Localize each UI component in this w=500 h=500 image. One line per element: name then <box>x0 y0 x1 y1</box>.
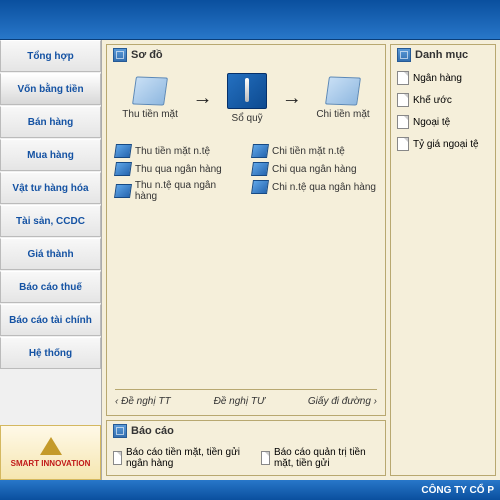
flow-so-quy[interactable]: Sổ quỹ <box>227 73 267 124</box>
folder-icon <box>114 184 132 198</box>
report-item-quan-tri[interactable]: Báo cáo quản trị tiền mặt, tiền gửi <box>261 447 379 469</box>
nav-he-thong[interactable]: Hệ thống <box>0 337 101 369</box>
nav-bao-cao-tai-chinh[interactable]: Báo cáo tài chính <box>0 304 101 336</box>
schema-panel: Sơ đồ Thu tiền mặt → Sổ quỹ → <box>106 44 386 416</box>
sidebar: Tổng hợp Vốn bằng tiền Bán hàng Mua hàng… <box>0 40 102 480</box>
folder-icon <box>114 162 132 176</box>
document-icon <box>397 115 409 129</box>
catalog-title: Danh mục <box>415 49 468 61</box>
catalog-ty-gia[interactable]: Tỷ giá ngoại tệ <box>397 137 489 151</box>
report-header: Báo cáo <box>107 421 385 441</box>
nav-vat-tu[interactable]: Vật tư hàng hóa <box>0 172 101 204</box>
catalog-icon <box>397 48 411 62</box>
schema-icon <box>113 48 127 62</box>
report-title: Báo cáo <box>131 425 174 437</box>
brand-logo: SMART INNOVATION <box>0 425 101 480</box>
report-item-tien-mat[interactable]: Báo cáo tiền mặt, tiền gửi ngân hàng <box>113 447 241 469</box>
catalog-panel: Danh mục Ngân hàng Khế ước Ngoại tệ Tỷ g… <box>390 44 496 476</box>
catalog-ngan-hang[interactable]: Ngân hàng <box>397 71 489 85</box>
title-bar <box>0 0 500 40</box>
nav-ban-hang[interactable]: Bán hàng <box>0 106 101 138</box>
folder-icon <box>114 144 132 158</box>
binder-icon <box>227 73 267 109</box>
document-icon <box>113 451 122 465</box>
nav-tong-hop[interactable]: Tổng hợp <box>0 40 101 72</box>
folder-icon <box>327 77 359 105</box>
link-giay-di-duong[interactable]: Giấy đi đường › <box>308 396 377 407</box>
action-thu-ngan-hang[interactable]: Thu qua ngân hàng <box>115 162 240 176</box>
arrow-right-icon: → <box>193 87 213 110</box>
company-name: CÔNG TY CỔ P <box>421 485 494 496</box>
nav-bao-cao-thue[interactable]: Báo cáo thuế <box>0 271 101 303</box>
status-bar: CÔNG TY CỔ P <box>0 480 500 500</box>
link-de-nghi-tt[interactable]: ‹ Đề nghị TT <box>115 396 171 407</box>
folder-icon <box>134 77 166 105</box>
brand-text: SMART INNOVATION <box>11 459 91 468</box>
action-thu-nte[interactable]: Thu tiền mặt n.tệ <box>115 144 240 158</box>
catalog-ngoai-te[interactable]: Ngoại tệ <box>397 115 489 129</box>
brand-triangle-icon <box>38 437 64 457</box>
link-de-nghi-tu[interactable]: Đề nghị TƯ <box>214 396 265 407</box>
action-chi-nte-ngan-hang[interactable]: Chi n.tệ qua ngân hàng <box>252 180 377 194</box>
arrow-right-icon: → <box>282 87 302 110</box>
schema-title: Sơ đồ <box>131 49 163 61</box>
catalog-khe-uoc[interactable]: Khế ước <box>397 93 489 107</box>
nav-mua-hang[interactable]: Mua hàng <box>0 139 101 171</box>
document-icon <box>261 451 270 465</box>
flow-thu-tien-mat[interactable]: Thu tiền mặt <box>122 77 178 120</box>
document-icon <box>397 137 409 151</box>
action-chi-nte[interactable]: Chi tiền mặt n.tệ <box>252 144 377 158</box>
document-icon <box>397 93 409 107</box>
main-area: Sơ đồ Thu tiền mặt → Sổ quỹ → <box>102 40 500 480</box>
folder-icon <box>251 144 269 158</box>
document-icon <box>397 71 409 85</box>
action-thu-nte-ngan-hang[interactable]: Thu n.tệ qua ngân hàng <box>115 180 240 202</box>
folder-icon <box>251 162 269 176</box>
folder-icon <box>251 180 269 194</box>
schema-header: Sơ đồ <box>107 45 385 65</box>
action-chi-ngan-hang[interactable]: Chi qua ngân hàng <box>252 162 377 176</box>
report-panel: Báo cáo Báo cáo tiền mặt, tiền gửi ngân … <box>106 420 386 476</box>
nav-tai-san[interactable]: Tài sản, CCDC <box>0 205 101 237</box>
nav-von-bang-tien[interactable]: Vốn bằng tiền <box>0 73 101 105</box>
report-icon <box>113 424 127 438</box>
nav-gia-thanh[interactable]: Giá thành <box>0 238 101 270</box>
flow-chi-tien-mat[interactable]: Chi tiền mặt <box>316 77 369 120</box>
catalog-header: Danh mục <box>391 45 495 65</box>
